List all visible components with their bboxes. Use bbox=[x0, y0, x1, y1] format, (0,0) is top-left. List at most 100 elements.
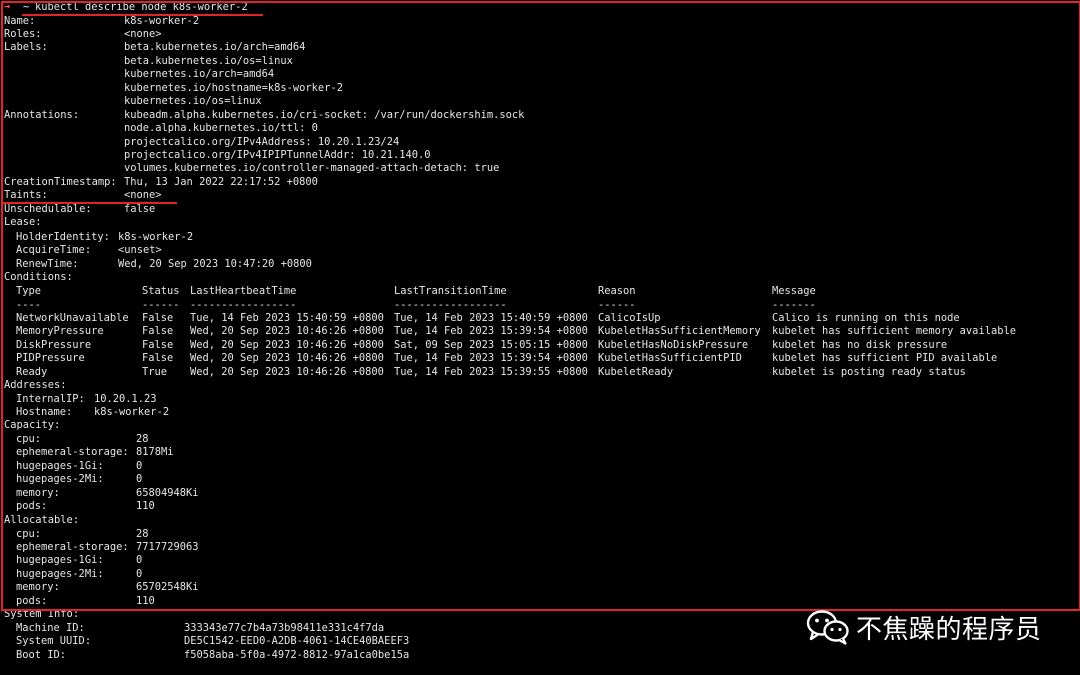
addresses-label: Addresses: bbox=[4, 379, 67, 391]
allocatable-row-value: 65702548Ki bbox=[136, 581, 199, 594]
column-divider: ----------------- bbox=[190, 298, 297, 311]
condition-cell: MemoryPressure bbox=[16, 325, 104, 338]
capacity-row-value: 110 bbox=[136, 500, 155, 513]
capacity-row-value: 65804948Ki bbox=[136, 486, 199, 499]
condition-cell: True bbox=[142, 365, 168, 378]
property-row-key: Labels: bbox=[4, 41, 48, 54]
condition-cell: Tue, 14 Feb 2023 15:39:54 +0800 bbox=[394, 325, 588, 338]
lease-row-key: AcquireTime: bbox=[16, 244, 92, 257]
command-text: kubectl describe node k8s-worker-2 bbox=[35, 1, 248, 13]
condition-cell: kubelet has no disk pressure bbox=[772, 338, 948, 351]
column-header: Status bbox=[142, 285, 180, 297]
condition-cell: Tue, 14 Feb 2023 15:39:54 +0800 bbox=[394, 352, 588, 365]
condition-cell: KubeletHasNoDiskPressure bbox=[598, 338, 749, 351]
condition-cell: Tue, 14 Feb 2023 15:40:59 +0800 bbox=[394, 312, 588, 324]
address-row-key: InternalIP: bbox=[16, 392, 85, 405]
capacity-row-key: pods: bbox=[16, 500, 48, 513]
column-divider: ---- bbox=[16, 298, 42, 311]
system-info-row-value: 333343e77c7b4a73b98411e331c4f7da bbox=[184, 622, 385, 634]
condition-cell: Tue, 14 Feb 2023 15:40:59 +0800 bbox=[190, 312, 384, 324]
property-row-value: <none> bbox=[124, 189, 162, 202]
capacity-row-key: ephemeral-storage: bbox=[16, 446, 129, 459]
prompt-arrow: ➜ bbox=[4, 1, 11, 13]
column-header: Reason bbox=[598, 285, 636, 297]
system-info-row-key: Machine ID: bbox=[16, 622, 85, 634]
capacity-row-key: cpu: bbox=[16, 433, 42, 445]
condition-cell: False bbox=[142, 312, 174, 324]
allocatable-row-value: 0 bbox=[136, 554, 143, 567]
property-row-value: beta.kubernetes.io/arch=amd64 bbox=[124, 41, 306, 54]
property-row-value: k8s-worker-2 bbox=[124, 14, 200, 27]
condition-cell: False bbox=[142, 352, 174, 365]
system-info-row-key: Boot ID: bbox=[16, 648, 67, 661]
property-row-value: projectcalico.org/IPv4IPIPTunnelAddr: 10… bbox=[124, 149, 431, 161]
property-row-value: kubeadm.alpha.kubernetes.io/cri-socket: … bbox=[124, 108, 525, 121]
column-header: LastHeartbeatTime bbox=[190, 285, 297, 297]
taints-underline bbox=[3, 202, 177, 204]
allocatable-row-key: ephemeral-storage: bbox=[16, 540, 129, 553]
conditions-label: Conditions: bbox=[4, 271, 73, 283]
watermark: 不焦躁的程序员 bbox=[806, 604, 1042, 650]
condition-cell: KubeletHasSufficientPID bbox=[598, 352, 742, 365]
address-row-value: k8s-worker-2 bbox=[94, 405, 170, 418]
column-divider: ------ bbox=[598, 298, 636, 311]
allocatable-row-key: pods: bbox=[16, 594, 48, 607]
condition-cell: Ready bbox=[16, 365, 48, 378]
address-row-value: 10.20.1.23 bbox=[94, 392, 157, 405]
column-divider: ------- bbox=[772, 298, 816, 311]
property-row-value: Thu, 13 Jan 2022 22:17:52 +0800 bbox=[124, 175, 318, 188]
property-row-key: Roles: bbox=[4, 27, 42, 40]
property-row-value: kubernetes.io/hostname=k8s-worker-2 bbox=[124, 81, 343, 94]
capacity-row-value: 8178Mi bbox=[136, 446, 174, 459]
condition-cell: DiskPressure bbox=[16, 338, 92, 351]
lease-row-key: RenewTime: bbox=[16, 257, 79, 270]
system-info-row-value: f5058aba-5f0a-4972-8812-97a1ca0be15a bbox=[184, 648, 410, 661]
command-underline bbox=[22, 14, 263, 16]
condition-cell: Calico is running on this node bbox=[772, 312, 960, 324]
column-divider: ------------------ bbox=[394, 298, 507, 311]
property-row-key: Unschedulable: bbox=[4, 202, 92, 215]
property-row-value: beta.kubernetes.io/os=linux bbox=[124, 54, 293, 67]
property-row-key: Name: bbox=[4, 14, 36, 27]
condition-cell: kubelet has sufficient PID available bbox=[772, 352, 998, 365]
allocatable-row-value: 0 bbox=[136, 567, 143, 580]
property-row-value: projectcalico.org/IPv4Address: 10.20.1.2… bbox=[124, 135, 400, 148]
condition-cell: Wed, 20 Sep 2023 10:46:26 +0800 bbox=[190, 338, 384, 351]
condition-cell: kubelet is posting ready status bbox=[772, 365, 966, 378]
property-row-key: Lease: bbox=[4, 216, 42, 229]
column-header: Message bbox=[772, 285, 816, 297]
condition-cell: CalicoIsUp bbox=[598, 312, 661, 324]
property-row-key: Annotations: bbox=[4, 108, 80, 121]
system-info-row-value: DE5C1542-EED0-A2DB-4061-14CE40BAEEF3 bbox=[184, 635, 410, 648]
address-row-key: Hostname: bbox=[16, 405, 73, 418]
allocatable-label: Allocatable: bbox=[4, 514, 80, 526]
capacity-row-key: hugepages-2Mi: bbox=[16, 473, 104, 486]
property-row-value: false bbox=[124, 202, 156, 215]
watermark-text: 不焦躁的程序员 bbox=[856, 614, 1042, 645]
condition-cell: False bbox=[142, 325, 174, 338]
allocatable-row-value: 28 bbox=[136, 527, 149, 540]
condition-cell: KubeletReady bbox=[598, 365, 674, 378]
capacity-row-value: 0 bbox=[136, 459, 143, 472]
condition-cell: Sat, 09 Sep 2023 15:05:15 +0800 bbox=[394, 338, 588, 351]
system-info-label: System Info: bbox=[4, 608, 80, 620]
capacity-row-value: 0 bbox=[136, 473, 143, 486]
property-row-value: kubernetes.io/arch=amd64 bbox=[124, 68, 275, 81]
condition-cell: kubelet has sufficient memory available bbox=[772, 325, 1016, 338]
condition-cell: PIDPressure bbox=[16, 352, 85, 365]
allocatable-row-key: cpu: bbox=[16, 527, 42, 540]
property-row-value: <none> bbox=[124, 27, 162, 40]
allocatable-row-key: memory: bbox=[16, 581, 60, 594]
condition-cell: Wed, 20 Sep 2023 10:46:26 +0800 bbox=[190, 352, 384, 365]
lease-row-key: HolderIdentity: bbox=[16, 231, 110, 243]
capacity-row-value: 28 bbox=[136, 433, 149, 445]
terminal-window[interactable]: ➜ ~ kubectl describe node k8s-worker-2 N… bbox=[0, 0, 1080, 675]
condition-cell: KubeletHasSufficientMemory bbox=[598, 325, 761, 338]
allocatable-row-value: 7717729063 bbox=[136, 540, 199, 553]
property-row-key: CreationTimestamp: bbox=[4, 175, 117, 188]
property-row-value: volumes.kubernetes.io/controller-managed… bbox=[124, 162, 500, 175]
condition-cell: Wed, 20 Sep 2023 10:46:26 +0800 bbox=[190, 325, 384, 338]
system-info-row-key: System UUID: bbox=[16, 635, 92, 648]
column-header: LastTransitionTime bbox=[394, 285, 507, 297]
lease-row-value: <unset> bbox=[118, 244, 162, 257]
